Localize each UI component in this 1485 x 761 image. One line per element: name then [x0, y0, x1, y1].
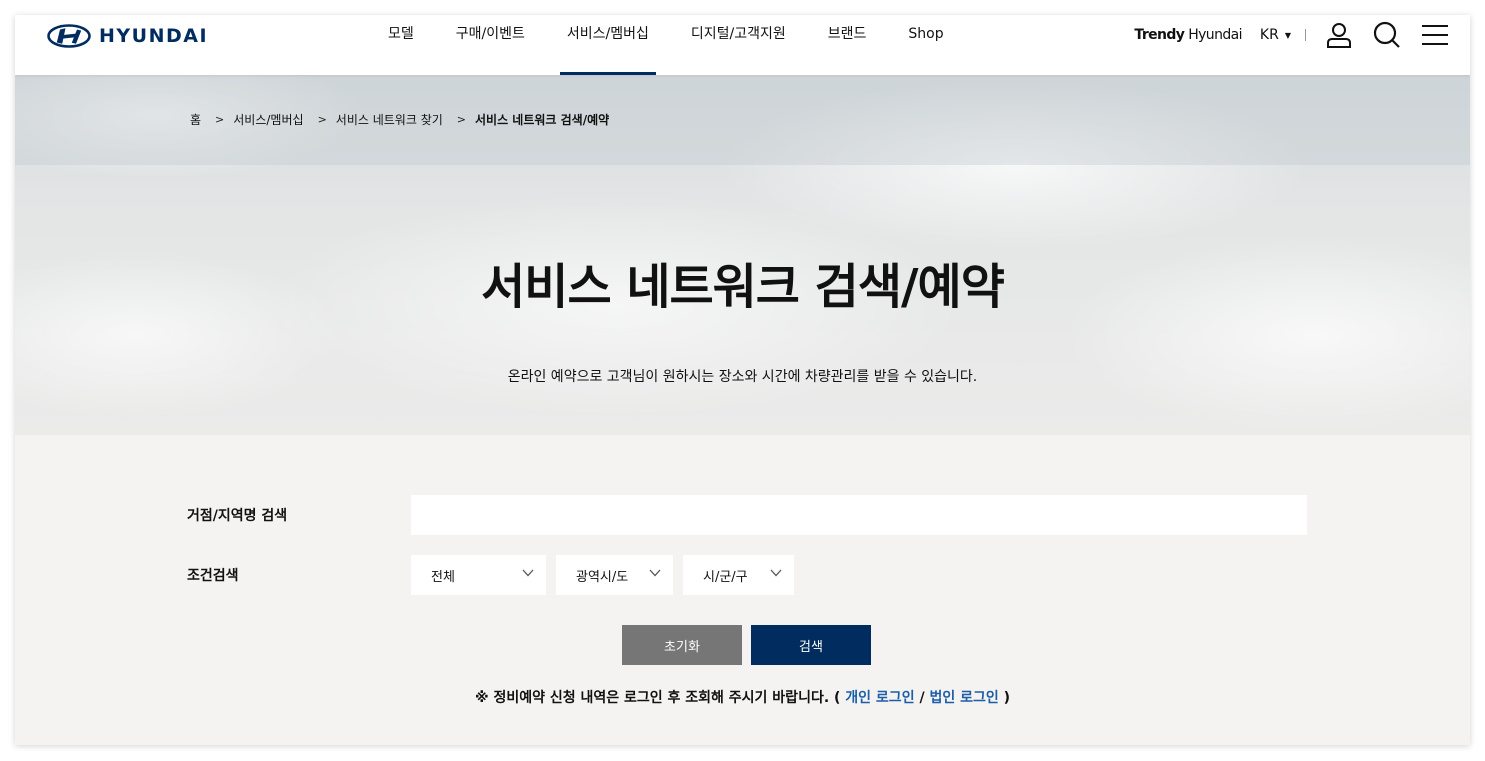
page-title: 서비스 네트워크 검색/예약 — [481, 259, 1005, 315]
breadcrumb-home[interactable]: 홈 — [190, 111, 201, 128]
login-notice: ※ 정비예약 신청 내역은 로그인 후 조회해 주시기 바랍니다. ( 개인 로… — [15, 687, 1470, 707]
nav-item-shop[interactable]: Shop — [887, 15, 964, 75]
brand-wordmark: HYUNDAI — [99, 25, 209, 47]
breadcrumb-current: 서비스 네트워크 검색/예약 — [475, 113, 610, 127]
corporate-login-link[interactable]: 법인 로그인 — [929, 690, 998, 706]
condition-label: 조건검색 — [187, 568, 239, 584]
breadcrumb-service-membership[interactable]: 서비스/멤버십 — [233, 111, 303, 128]
search-button[interactable]: 검색 — [751, 625, 871, 665]
user-icon[interactable] — [1324, 20, 1354, 50]
chevron-right-icon: > — [215, 113, 225, 126]
nav-item-models[interactable]: 모델 — [367, 15, 435, 75]
nav-item-brand[interactable]: 브랜드 — [807, 15, 888, 75]
nav-item-digital-support[interactable]: 디지털/고객지원 — [670, 15, 807, 75]
keyword-label: 거점/지역명 검색 — [187, 508, 288, 524]
city-select[interactable]: 시/군/구 — [683, 555, 794, 595]
type-select[interactable]: 전체 — [411, 555, 546, 595]
global-header: HYUNDAI 모델 구매/이벤트 서비스/멤버십 디지털/고객지원 브랜드 S… — [15, 15, 1470, 75]
notice-close: ) — [1003, 690, 1011, 706]
province-select[interactable]: 광역시/도 — [556, 555, 673, 595]
nav-item-purchase-event[interactable]: 구매/이벤트 — [435, 15, 546, 75]
notice-text: ※ 정비예약 신청 내역은 로그인 후 조회해 주시기 바랍니다. ( — [474, 690, 841, 706]
reset-button[interactable]: 초기화 — [622, 625, 742, 665]
hyundai-emblem-icon — [47, 24, 91, 48]
chevron-down-icon — [649, 569, 661, 577]
page-frame: HYUNDAI 모델 구매/이벤트 서비스/멤버십 디지털/고객지원 브랜드 S… — [15, 15, 1470, 745]
city-select-value: 시/군/구 — [703, 569, 748, 585]
menu-icon[interactable] — [1420, 20, 1450, 50]
type-select-value: 전체 — [431, 569, 455, 585]
hero-banner: 홈 > 서비스/멤버십 > 서비스 네트워크 찾기 > 서비스 네트워크 검색/… — [15, 75, 1470, 435]
utility-nav: Trendy Hyundai KR ▼ — [1134, 15, 1450, 55]
page-subtitle: 온라인 예약으로 고객님이 원하시는 장소와 시간에 차량관리를 받을 수 있습… — [507, 369, 978, 385]
notice-slash: / — [919, 690, 925, 706]
chevron-right-icon: > — [456, 113, 466, 126]
language-selector[interactable]: KR ▼ — [1260, 27, 1291, 43]
chevron-right-icon: > — [317, 113, 327, 126]
personal-login-link[interactable]: 개인 로그인 — [845, 690, 914, 706]
main-nav: 모델 구매/이벤트 서비스/멤버십 디지털/고객지원 브랜드 Shop — [367, 15, 965, 75]
chevron-down-icon — [770, 569, 782, 577]
keyword-search-input[interactable] — [411, 495, 1307, 535]
caret-down-icon: ▼ — [1284, 30, 1291, 40]
breadcrumb-find-network[interactable]: 서비스 네트워크 찾기 — [336, 111, 443, 128]
hyundai-logo[interactable]: HYUNDAI — [47, 24, 208, 48]
trendy-hyundai-link[interactable]: Trendy Hyundai — [1134, 27, 1242, 43]
search-icon[interactable] — [1372, 20, 1402, 50]
breadcrumb: 홈 > 서비스/멤버십 > 서비스 네트워크 찾기 > 서비스 네트워크 검색/… — [190, 111, 609, 128]
trendy-bold-text: Trendy — [1134, 27, 1185, 43]
language-label: KR — [1259, 27, 1279, 43]
chevron-down-icon — [522, 569, 534, 577]
divider — [1305, 29, 1306, 41]
nav-item-service-membership[interactable]: 서비스/멤버십 — [546, 15, 670, 75]
trendy-rest-text: Hyundai — [1184, 27, 1242, 43]
province-select-value: 광역시/도 — [576, 569, 629, 585]
